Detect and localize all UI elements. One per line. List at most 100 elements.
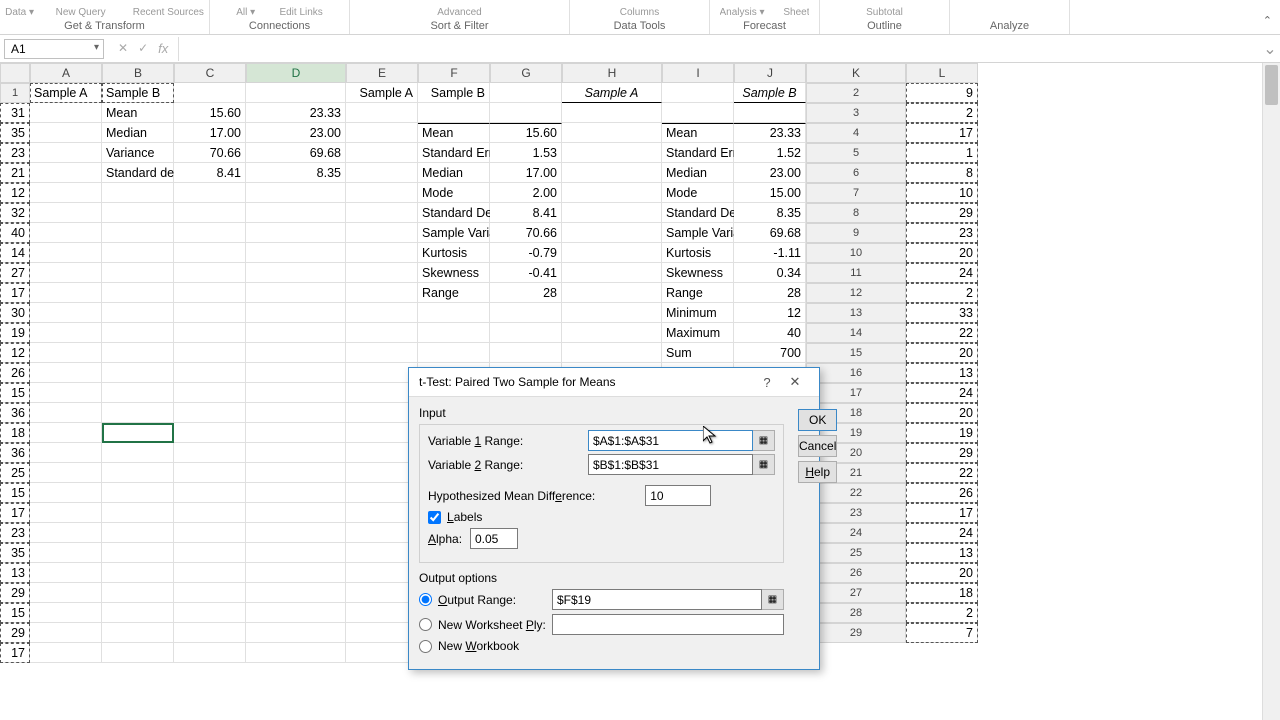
cell[interactable]: 9 [906, 83, 978, 103]
cell[interactable] [30, 523, 102, 543]
cell[interactable]: 1.52 [734, 143, 806, 163]
cell[interactable] [346, 343, 418, 363]
row-header[interactable]: 17 [806, 383, 906, 403]
cell[interactable] [246, 583, 346, 603]
cell[interactable] [346, 123, 418, 143]
cell[interactable]: 20 [906, 403, 978, 423]
cell[interactable] [174, 503, 246, 523]
cell[interactable] [102, 423, 174, 443]
column-header[interactable]: G [490, 63, 562, 83]
cell[interactable]: 1.53 [490, 143, 562, 163]
cell[interactable] [246, 403, 346, 423]
cell[interactable]: 8 [906, 163, 978, 183]
cell[interactable] [174, 383, 246, 403]
cell[interactable] [246, 243, 346, 263]
cell[interactable]: 8.35 [246, 163, 346, 183]
cell[interactable]: Sample A [346, 83, 418, 103]
column-header[interactable]: B [102, 63, 174, 83]
name-box[interactable]: A1 [4, 39, 104, 59]
dialog-titlebar[interactable]: t-Test: Paired Two Sample for Means ? ✕ [409, 368, 819, 397]
cell[interactable]: 12 [0, 343, 30, 363]
ribbon-item[interactable]: Edit Links [279, 7, 322, 18]
ribbon-item[interactable]: Advanced [437, 7, 481, 18]
ok-button[interactable]: OK [798, 409, 837, 431]
cell[interactable] [418, 103, 490, 123]
cell[interactable]: 20 [906, 243, 978, 263]
row-header[interactable]: 2 [806, 83, 906, 103]
cell[interactable]: -0.79 [490, 243, 562, 263]
cell[interactable]: Sample Variance [418, 223, 490, 243]
cell[interactable] [246, 463, 346, 483]
cell[interactable]: Mode [662, 183, 734, 203]
cell[interactable] [102, 283, 174, 303]
cell[interactable] [102, 243, 174, 263]
column-header[interactable]: L [906, 63, 978, 83]
cell[interactable] [418, 323, 490, 343]
cell[interactable] [174, 623, 246, 643]
cell[interactable] [102, 403, 174, 423]
cell[interactable]: Range [662, 283, 734, 303]
cell[interactable]: Variance [102, 143, 174, 163]
cell[interactable]: 27 [0, 263, 30, 283]
row-header[interactable]: 4 [806, 123, 906, 143]
cell[interactable] [102, 563, 174, 583]
cell[interactable] [102, 503, 174, 523]
column-header[interactable]: J [734, 63, 806, 83]
row-header[interactable]: 5 [806, 143, 906, 163]
row-header[interactable]: 8 [806, 203, 906, 223]
cell[interactable] [102, 203, 174, 223]
cell[interactable] [418, 303, 490, 323]
cell[interactable] [102, 463, 174, 483]
formula-cancel-icon[interactable]: ✕ [118, 41, 128, 56]
cell[interactable] [30, 443, 102, 463]
cell[interactable] [30, 603, 102, 623]
row-header[interactable]: 3 [806, 103, 906, 123]
cell[interactable]: 28 [490, 283, 562, 303]
cell[interactable]: Sample B [418, 83, 490, 103]
cell[interactable] [102, 523, 174, 543]
cell[interactable]: 23.33 [246, 103, 346, 123]
cell[interactable] [102, 363, 174, 383]
cell[interactable]: 35 [0, 543, 30, 563]
row-header[interactable]: 7 [806, 183, 906, 203]
cell[interactable]: 29 [906, 443, 978, 463]
cell[interactable] [30, 283, 102, 303]
column-header[interactable]: C [174, 63, 246, 83]
cell[interactable] [346, 203, 418, 223]
cell[interactable]: 12 [734, 303, 806, 323]
cell[interactable] [246, 523, 346, 543]
cell[interactable]: Sample Variance [662, 223, 734, 243]
row-header[interactable]: 12 [806, 283, 906, 303]
cell[interactable] [30, 243, 102, 263]
cell[interactable] [102, 543, 174, 563]
cell[interactable]: 22 [906, 463, 978, 483]
cell[interactable] [102, 483, 174, 503]
cell[interactable]: Median [418, 163, 490, 183]
cell[interactable] [246, 263, 346, 283]
collapse-ribbon-icon[interactable]: ⌃ [1263, 14, 1272, 27]
cell[interactable] [102, 323, 174, 343]
cell[interactable] [562, 323, 662, 343]
cell[interactable] [174, 303, 246, 323]
column-header[interactable]: F [418, 63, 490, 83]
new-workbook-radio[interactable] [419, 640, 432, 653]
var1-range-picker-icon[interactable]: ▦ [753, 430, 775, 451]
cell[interactable]: 19 [906, 423, 978, 443]
output-range-picker-icon[interactable]: ▦ [762, 589, 784, 610]
cell[interactable] [174, 363, 246, 383]
cell[interactable] [246, 363, 346, 383]
row-header[interactable]: 13 [806, 303, 906, 323]
cell[interactable] [174, 423, 246, 443]
cell[interactable]: Standard Deviation [662, 203, 734, 223]
column-header[interactable]: H [562, 63, 662, 83]
cell[interactable] [246, 563, 346, 583]
cell[interactable]: -1.11 [734, 243, 806, 263]
cell[interactable]: 18 [906, 583, 978, 603]
cell[interactable] [174, 603, 246, 623]
cell[interactable] [562, 303, 662, 323]
ribbon-item[interactable]: Recent Sources [133, 7, 204, 18]
cell[interactable]: 24 [906, 523, 978, 543]
cell[interactable] [174, 243, 246, 263]
cell[interactable]: Mode [418, 183, 490, 203]
cell[interactable]: -0.41 [490, 263, 562, 283]
